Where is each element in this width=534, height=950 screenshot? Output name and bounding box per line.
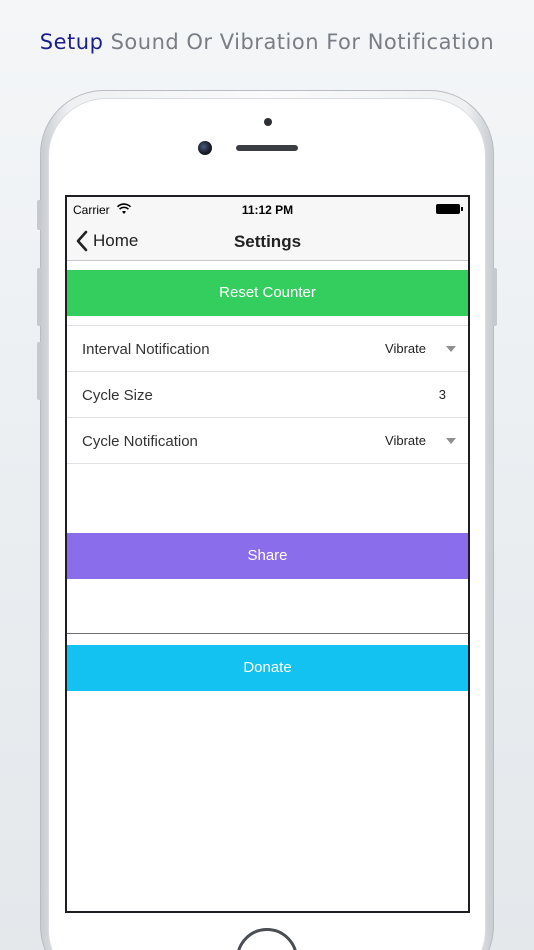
- interval-notification-select[interactable]: Vibrate: [385, 341, 456, 356]
- donate-button[interactable]: Donate: [67, 645, 468, 691]
- reset-counter-button[interactable]: Reset Counter: [67, 270, 468, 316]
- share-button[interactable]: Share: [67, 533, 468, 579]
- battery-icon: [436, 204, 463, 214]
- section-divider: [67, 633, 468, 634]
- cycle-size-row: Cycle Size: [67, 372, 468, 418]
- interval-notification-label: Interval Notification: [82, 341, 210, 358]
- volume-up-button: [37, 268, 42, 326]
- cycle-notification-value: Vibrate: [385, 433, 426, 448]
- earpiece-speaker: [236, 145, 298, 151]
- cycle-size-input[interactable]: [386, 387, 446, 402]
- settings-list: Interval Notification Vibrate Cycle Size…: [67, 325, 468, 464]
- navigation-bar: Home Settings: [67, 221, 468, 261]
- cycle-notification-select[interactable]: Vibrate: [385, 433, 456, 448]
- caret-down-icon: [446, 345, 456, 352]
- app-screen: Carrier 11:12 PM Home Settings Reset Cou…: [65, 195, 470, 913]
- cycle-notification-label: Cycle Notification: [82, 433, 198, 450]
- interval-notification-value: Vibrate: [385, 341, 426, 356]
- cycle-notification-row: Cycle Notification Vibrate: [67, 418, 468, 464]
- headline-text: Sound Or Vibration For Notification: [110, 30, 495, 54]
- headline: Setup Sound Or Vibration For Notificatio…: [0, 30, 534, 54]
- status-time: 11:12 PM: [241, 203, 294, 217]
- headline-accent: Setup: [39, 30, 104, 54]
- mute-switch: [37, 200, 42, 230]
- volume-down-button: [37, 342, 42, 400]
- page-title: Settings: [233, 232, 302, 251]
- cycle-size-label: Cycle Size: [82, 387, 153, 404]
- status-bar: Carrier 11:12 PM: [67, 197, 468, 221]
- front-camera: [198, 141, 212, 155]
- interval-notification-row: Interval Notification Vibrate: [67, 326, 468, 372]
- power-button: [492, 268, 497, 326]
- caret-down-icon: [446, 437, 456, 444]
- proximity-sensor: [264, 118, 272, 126]
